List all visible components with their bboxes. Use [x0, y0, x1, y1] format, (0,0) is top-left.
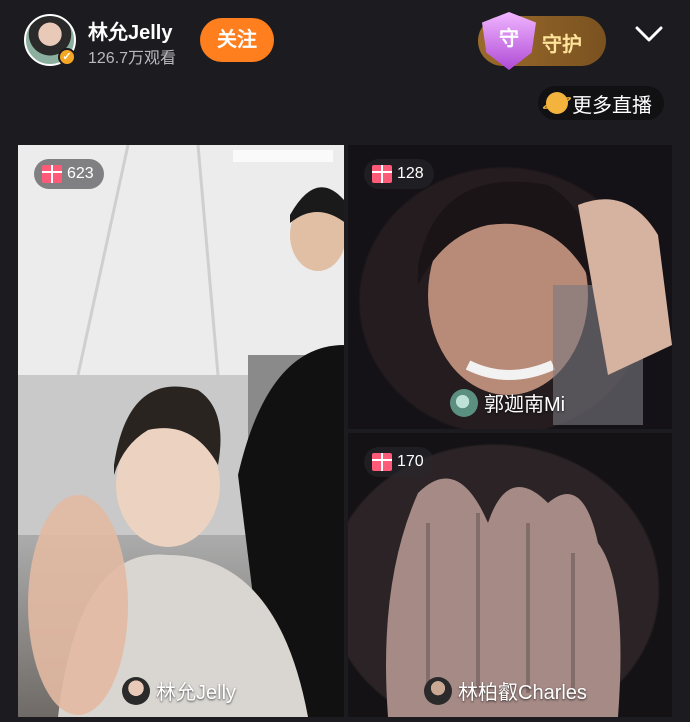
guest-name: 林允Jelly: [156, 682, 237, 704]
more-live-label: 更多直播: [572, 94, 652, 117]
guest-name: 郭迦南Mi: [484, 394, 566, 416]
gift-count: 170: [397, 453, 424, 470]
gift-icon: [372, 165, 392, 183]
gift-count-badge[interactable]: 170: [364, 447, 434, 477]
gift-count-badge[interactable]: 623: [34, 159, 104, 189]
host-video-scene: [18, 145, 344, 717]
guard-shield-icon: 守: [482, 12, 536, 70]
guest-avatar: [450, 388, 478, 417]
follow-button[interactable]: 关注: [200, 18, 274, 62]
gift-count: 623: [67, 165, 94, 182]
guest-name-tag[interactable]: 郭迦南Mi: [450, 388, 565, 417]
gift-count-badge[interactable]: 128: [364, 159, 434, 189]
guest-avatar: [424, 676, 452, 705]
gift-icon: [42, 165, 62, 183]
guest-name: 林柏叡Charles: [458, 682, 587, 704]
chevron-down-icon[interactable]: [634, 24, 664, 44]
planet-icon: [546, 92, 568, 114]
gift-count: 128: [397, 165, 424, 182]
gift-icon: [372, 453, 392, 471]
verified-badge-icon: ✓: [58, 48, 76, 66]
viewer-count: 126.7万观看: [88, 50, 177, 67]
guard-button[interactable]: 守 守护: [478, 12, 606, 70]
guest-avatar: [122, 676, 150, 705]
video-panel-guest-1[interactable]: 128 郭迦南Mi: [348, 145, 672, 429]
more-live-button[interactable]: 更多直播: [538, 86, 664, 120]
host-name[interactable]: 林允Jelly: [88, 16, 172, 45]
guest-name-tag[interactable]: 林柏叡Charles: [424, 676, 587, 705]
video-panel-guest-2[interactable]: 170 林柏叡Charles: [348, 433, 672, 717]
video-panel-host[interactable]: 623 林允Jelly: [18, 145, 344, 717]
live-header: ✓ 林允Jelly 126.7万观看 关注 守 守护 更多直播: [0, 0, 690, 140]
guard-label: 守护: [542, 34, 582, 56]
guest-name-tag[interactable]: 林允Jelly: [122, 676, 236, 705]
